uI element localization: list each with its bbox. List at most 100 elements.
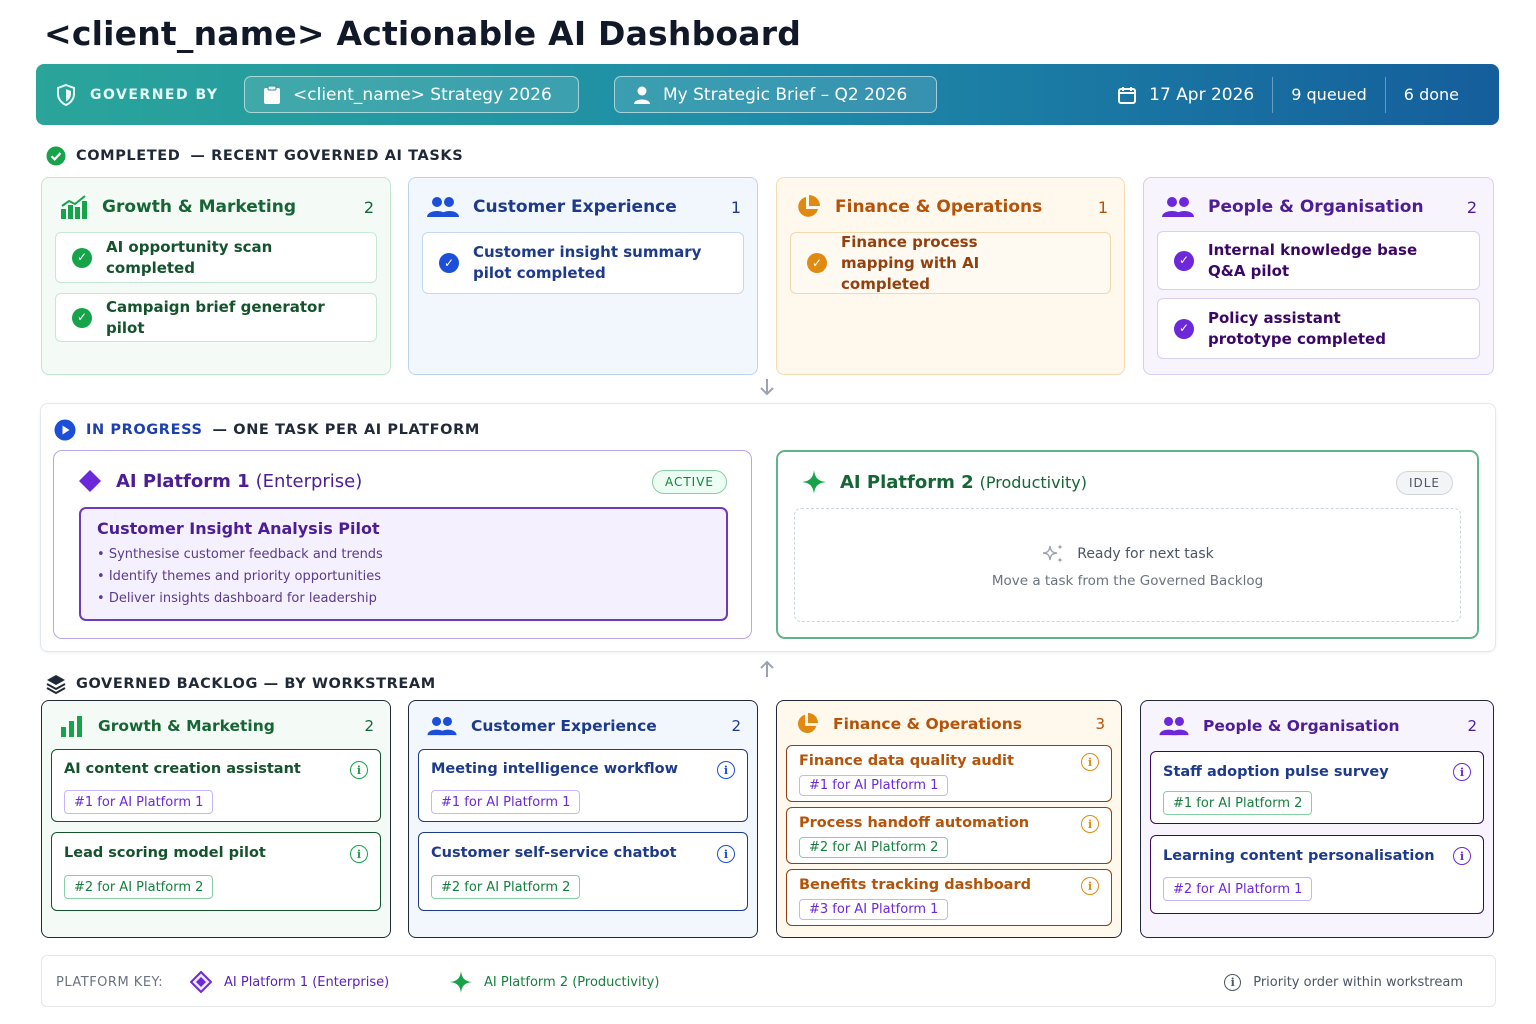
backlog-task[interactable]: Meeting intelligence workflow i #1 for A… — [418, 749, 748, 822]
task-title: Customer Insight Analysis Pilot — [97, 519, 380, 538]
column-count: 2 — [731, 717, 741, 735]
date-label: 17 Apr 2026 — [1149, 84, 1255, 105]
layers-icon — [46, 675, 66, 694]
task-bullet: • Identify themes and priority opportuni… — [97, 569, 381, 584]
pie-chart-icon — [798, 712, 819, 733]
strategy-selector[interactable]: <client_name> Strategy 2026 — [244, 76, 579, 113]
priority-tag: #1 for AI Platform 1 — [431, 790, 581, 814]
key-label: PLATFORM KEY: — [56, 974, 164, 990]
users-icon — [427, 716, 457, 736]
strategy-label: <client_name> Strategy 2026 — [293, 84, 552, 105]
backlog-task[interactable]: Staff adoption pulse survey i #1 for AI … — [1150, 751, 1484, 824]
arrow-down-icon — [760, 379, 774, 396]
column-count: 2 — [1467, 717, 1477, 735]
completed-task[interactable]: ✓ AI opportunity scan completed — [55, 232, 377, 283]
sparkle-icon — [450, 971, 472, 993]
column-header: Growth & Marketing 2 — [60, 192, 374, 222]
priority-tag: #1 for AI Platform 1 — [799, 775, 949, 796]
backlog-customer-experience: Customer Experience 2 Meeting intelligen… — [408, 700, 758, 938]
completed-finance-operations: Finance & Operations 1 ✓ Finance process… — [776, 177, 1125, 375]
completed-section-label: COMPLETED — RECENT GOVERNED AI TASKS — [46, 145, 463, 167]
backlog-growth-marketing: Growth & Marketing 2 AI content creation… — [41, 700, 391, 938]
column-count: 2 — [363, 197, 374, 217]
idle-dropzone[interactable]: Ready for next task Move a task from the… — [794, 508, 1461, 622]
play-circle-icon — [54, 419, 76, 441]
completed-task[interactable]: ✓ Internal knowledge base Q&A pilot — [1157, 231, 1480, 290]
governed-by-label: GOVERNED BY — [90, 86, 219, 103]
sparkles-icon — [1043, 544, 1064, 563]
chart-bar-icon — [61, 195, 87, 219]
column-header: Growth & Marketing 2 — [60, 711, 374, 741]
diamond-icon — [79, 470, 101, 492]
column-header: People & Organisation 2 — [1159, 711, 1477, 741]
priority-tag: #2 for AI Platform 1 — [1163, 877, 1313, 901]
platform-1-header: AI Platform 1 (Enterprise) — [78, 469, 362, 493]
info-icon[interactable]: i — [717, 761, 735, 779]
check-icon: ✓ — [72, 307, 92, 328]
date-display: 17 Apr 2026 — [1099, 77, 1272, 113]
ai-platform-1-card[interactable]: AI Platform 1 (Enterprise) ACTIVE Custom… — [53, 450, 752, 639]
backlog-task[interactable]: Lead scoring model pilot i #2 for AI Pla… — [51, 832, 381, 911]
check-icon: ✓ — [439, 253, 459, 273]
backlog-task[interactable]: Finance data quality audit i #1 for AI P… — [786, 745, 1112, 802]
active-task-card[interactable]: Customer Insight Analysis Pilot • Synthe… — [79, 507, 728, 621]
info-icon[interactable]: i — [1081, 753, 1099, 771]
info-icon[interactable]: i — [717, 845, 735, 863]
priority-tag: #2 for AI Platform 2 — [799, 837, 949, 858]
task-bullet: • Deliver insights dashboard for leaders… — [97, 591, 377, 606]
backlog-section-label: GOVERNED BACKLOG — BY WORKSTREAM — [46, 673, 436, 695]
completed-task[interactable]: ✓ Policy assistant prototype completed — [1157, 298, 1480, 359]
column-header: Finance & Operations 1 — [795, 192, 1108, 222]
column-count: 2 — [364, 717, 374, 735]
info-icon[interactable]: i — [1081, 815, 1099, 833]
check-circle-icon — [46, 146, 66, 166]
status-badge: ACTIVE — [651, 470, 727, 494]
shield-icon — [57, 83, 75, 106]
header-bar: GOVERNED BY <client_name> Strategy 2026 … — [36, 64, 1499, 125]
column-header: People & Organisation 2 — [1162, 192, 1477, 222]
column-count: 1 — [1097, 197, 1108, 217]
column-count: 1 — [730, 197, 741, 217]
backlog-task[interactable]: Learning content personalisation i #2 fo… — [1150, 835, 1484, 914]
completed-growth-marketing: Growth & Marketing 2 ✓ AI opportunity sc… — [41, 177, 391, 375]
info-icon[interactable]: i — [1453, 763, 1471, 781]
ai-platform-2-card[interactable]: AI Platform 2 (Productivity) IDLE Ready … — [776, 450, 1479, 639]
completed-task[interactable]: ✓ Campaign brief generator pilot — [55, 293, 377, 342]
backlog-task[interactable]: AI content creation assistant i #1 for A… — [51, 749, 381, 822]
in-progress-section-label: IN PROGRESS — ONE TASK PER AI PLATFORM — [54, 419, 480, 441]
column-header: Customer Experience 1 — [427, 192, 741, 222]
users-icon — [1162, 197, 1194, 217]
backlog-people-organisation: People & Organisation 2 Staff adoption p… — [1140, 700, 1494, 938]
calendar-icon — [1118, 86, 1137, 104]
platform-key: PLATFORM KEY: AI Platform 1 (Enterprise)… — [41, 955, 1496, 1007]
sparkle-icon — [802, 470, 826, 494]
info-icon[interactable]: i — [1081, 877, 1099, 895]
backlog-task[interactable]: Customer self-service chatbot i #2 for A… — [418, 832, 748, 911]
brief-selector[interactable]: My Strategic Brief – Q2 2026 — [614, 76, 937, 113]
backlog-task[interactable]: Benefits tracking dashboard i #3 for AI … — [786, 869, 1112, 926]
platform-2-header: AI Platform 2 (Productivity) — [802, 470, 1087, 494]
priority-tag: #1 for AI Platform 2 — [1163, 791, 1313, 815]
priority-tag: #1 for AI Platform 1 — [64, 790, 214, 814]
key-platform-1: AI Platform 1 (Enterprise) — [190, 956, 389, 1008]
info-icon[interactable]: i — [1453, 847, 1471, 865]
status-badge: IDLE — [1395, 471, 1453, 495]
column-count: 3 — [1095, 715, 1105, 733]
info-icon[interactable]: i — [350, 761, 368, 779]
pie-chart-icon — [798, 195, 820, 217]
idle-ready-text: Ready for next task — [1077, 546, 1214, 562]
key-priority-note: i Priority order within workstream — [1224, 956, 1463, 1008]
backlog-task[interactable]: Process handoff automation i #2 for AI P… — [786, 807, 1112, 864]
users-icon — [427, 197, 459, 217]
clipboard-icon — [264, 85, 280, 104]
info-icon: i — [1224, 973, 1242, 991]
done-count: 6 done — [1384, 76, 1499, 113]
completed-task[interactable]: ✓ Customer insight summary pilot complet… — [422, 232, 744, 294]
completed-task[interactable]: ✓ Finance process mapping with AI comple… — [790, 232, 1111, 294]
info-icon[interactable]: i — [350, 845, 368, 863]
completed-customer-experience: Customer Experience 1 ✓ Customer insight… — [408, 177, 758, 375]
column-count: 2 — [1466, 197, 1477, 217]
key-platform-2: AI Platform 2 (Productivity) — [450, 956, 659, 1008]
bar-chart-icon — [61, 716, 82, 737]
priority-tag: #2 for AI Platform 2 — [64, 875, 214, 899]
